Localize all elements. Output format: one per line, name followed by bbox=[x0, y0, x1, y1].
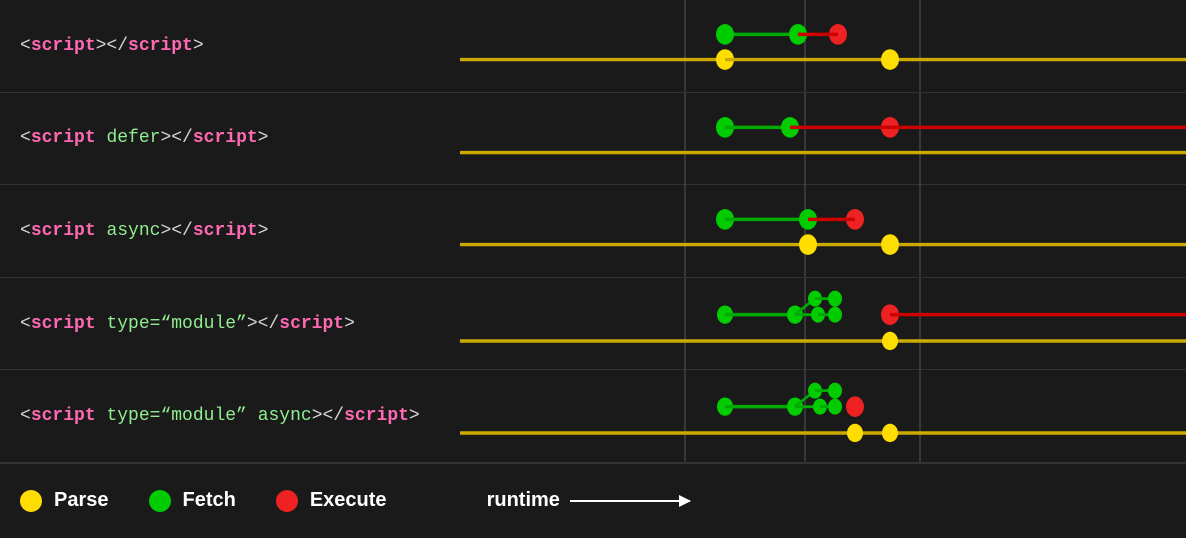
timeline-script-defer bbox=[460, 93, 1186, 185]
row-script-async: <script async></script> bbox=[0, 185, 1186, 278]
timeline-script-module-async bbox=[460, 370, 1186, 462]
runtime-arrow-icon bbox=[570, 500, 690, 502]
runtime-label: runtime bbox=[487, 489, 690, 512]
diagram-container: <script></script> bbox=[0, 0, 1186, 538]
fetch-dot-icon bbox=[149, 490, 171, 512]
legend-execute: Execute bbox=[276, 489, 387, 512]
parse-dot-icon bbox=[20, 490, 42, 512]
row-script-defer: <script defer></script> bbox=[0, 93, 1186, 186]
legend-fetch-label: Fetch bbox=[183, 489, 236, 512]
timeline-script-module bbox=[460, 278, 1186, 370]
timeline-script-basic bbox=[460, 0, 1186, 92]
legend-fetch: Fetch bbox=[149, 489, 236, 512]
legend-execute-label: Execute bbox=[310, 489, 387, 512]
label-script-async: <script async></script> bbox=[0, 221, 460, 241]
runtime-text: runtime bbox=[487, 489, 560, 512]
execute-dot-icon bbox=[276, 490, 298, 512]
row-script-basic: <script></script> bbox=[0, 0, 1186, 93]
label-script-basic: <script></script> bbox=[0, 36, 460, 56]
timeline-script-async bbox=[460, 185, 1186, 277]
label-script-module: <script type=“module”></script> bbox=[0, 314, 460, 334]
legend-parse-label: Parse bbox=[54, 489, 109, 512]
legend-parse: Parse bbox=[20, 489, 109, 512]
row-script-module: <script type=“module”></script> bbox=[0, 278, 1186, 371]
row-script-module-async: <script type=“module” async></script> bbox=[0, 370, 1186, 463]
legend-row: Parse Fetch Execute runtime bbox=[0, 463, 1186, 538]
label-script-module-async: <script type=“module” async></script> bbox=[0, 406, 460, 426]
label-script-defer: <script defer></script> bbox=[0, 128, 460, 148]
